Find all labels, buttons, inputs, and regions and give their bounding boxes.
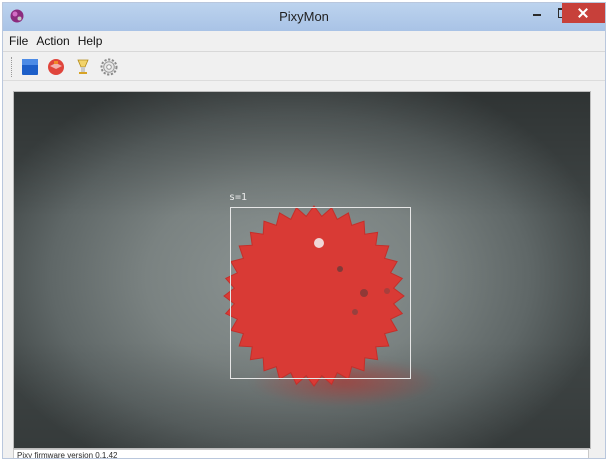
window-title: PixyMon: [279, 9, 329, 24]
status-bar: Pixy firmware version 0.1.42: [13, 449, 589, 458]
detection-box: [230, 207, 411, 379]
toolbar: [3, 52, 605, 81]
stop-icon[interactable]: [20, 57, 40, 77]
toolbar-grip[interactable]: [11, 57, 14, 77]
video-view[interactable]: s=1: [13, 91, 591, 449]
menu-action[interactable]: Action: [36, 34, 69, 48]
close-button[interactable]: [562, 3, 605, 23]
gear-icon[interactable]: [99, 57, 119, 77]
detection-label: s=1: [229, 192, 248, 203]
title-bar[interactable]: PixyMon: [3, 3, 605, 31]
lamp-icon[interactable]: [73, 57, 93, 77]
menu-help[interactable]: Help: [78, 34, 103, 48]
menu-bar: File Action Help: [3, 31, 605, 52]
minimize-button[interactable]: [524, 3, 549, 23]
menu-file[interactable]: File: [9, 34, 28, 48]
run-icon[interactable]: [46, 57, 66, 77]
pixymon-window: PixyMon File Action Help s=1 Pixy firmwa…: [2, 2, 606, 459]
